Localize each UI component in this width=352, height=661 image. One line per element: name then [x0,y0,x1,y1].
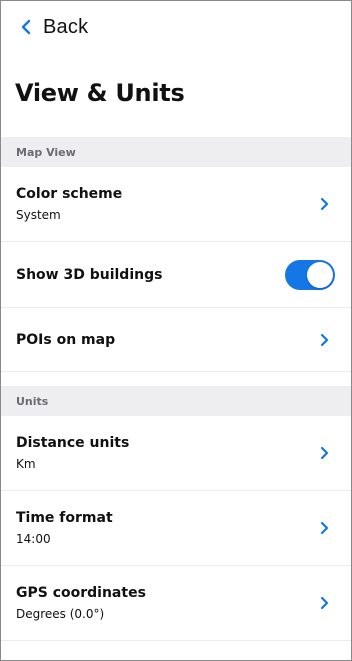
settings-screen: Back View & Units Map View Color scheme … [0,0,352,661]
section-header-units: Units [1,386,351,416]
distance-units-value: Km [16,457,36,471]
page-title: View & Units [15,79,185,107]
chevron-right-icon [320,446,329,460]
time-format-label: Time format [16,510,113,526]
gps-coordinates-row[interactable]: GPS coordinates Degrees (0.0°) [1,566,351,641]
color-scheme-row[interactable]: Color scheme System [1,167,351,242]
color-scheme-label: Color scheme [16,186,123,202]
toggle-knob [307,261,333,288]
show-3d-buildings-row: Show 3D buildings [1,242,351,308]
distance-units-row[interactable]: Distance units Km [1,416,351,491]
time-format-row[interactable]: Time format 14:00 [1,491,351,566]
pois-on-map-label: POIs on map [16,331,116,348]
show-3d-buildings-label: Show 3D buildings [16,266,163,283]
color-scheme-value: System [16,208,61,222]
gps-coordinates-value: Degrees (0.0°) [16,607,105,621]
pois-on-map-row[interactable]: POIs on map [1,308,351,372]
show-3d-buildings-toggle[interactable] [285,259,335,290]
section-header-map-view: Map View [1,137,351,167]
chevron-left-icon [21,19,31,35]
distance-units-label: Distance units [16,435,130,451]
chevron-right-icon [320,596,329,610]
chevron-right-icon [320,197,329,211]
gps-coordinates-label: GPS coordinates [16,585,146,601]
chevron-right-icon [320,521,329,535]
chevron-right-icon [320,333,329,346]
time-format-value: 14:00 [16,532,51,546]
back-label: Back [43,15,89,38]
back-button[interactable]: Back [1,1,351,53]
